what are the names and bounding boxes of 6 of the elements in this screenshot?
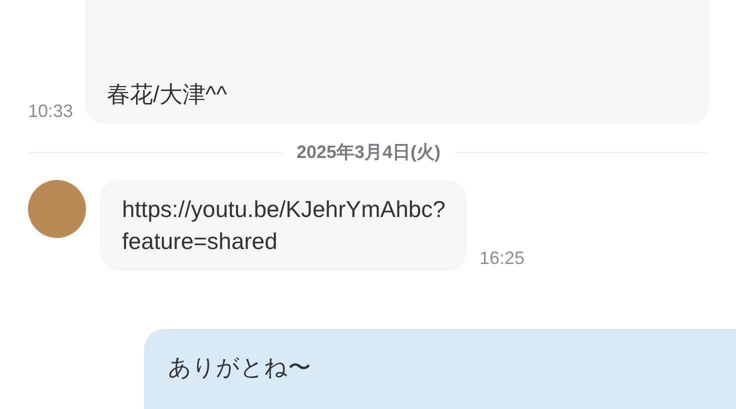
message-bubble: https://youtu.be/KJehrYmAhbc? feature=shared: [100, 180, 468, 271]
message-time: 10:33: [28, 100, 74, 122]
message-time: 16:25: [479, 247, 525, 269]
message-bubble: 春花/大津^^: [85, 0, 709, 124]
date-divider: 2025年3月4日(火): [296, 141, 441, 164]
message-bubble: ありがとね〜: [144, 329, 736, 409]
